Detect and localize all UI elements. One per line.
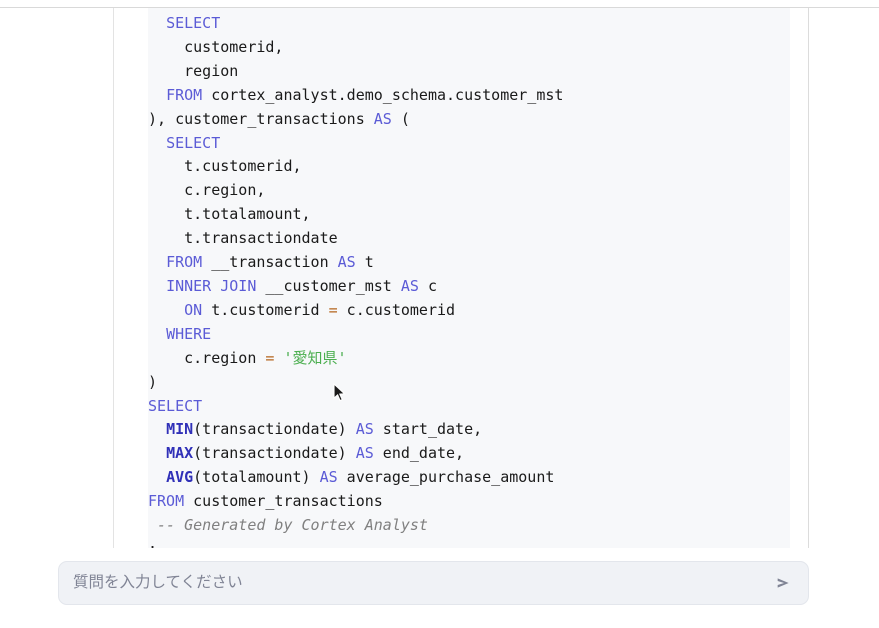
code-line: t.customerid, bbox=[184, 157, 302, 176]
code-line: FROM __transaction AS t bbox=[166, 253, 374, 272]
code-line: INNER JOIN __customer_mst AS c bbox=[166, 276, 437, 295]
code-line: customerid, bbox=[184, 37, 284, 56]
code-line: SELECT bbox=[166, 14, 221, 32]
code-scroll-area[interactable]: SELECT customerid, region FROM cortex_an… bbox=[148, 8, 790, 548]
code-line: region bbox=[184, 61, 239, 80]
code-line: SELECT bbox=[166, 133, 221, 152]
code-line: MAX(transactiondate) AS end_date, bbox=[166, 444, 465, 463]
send-button[interactable] bbox=[764, 562, 806, 604]
chat-column-left-divider bbox=[113, 8, 114, 548]
send-arrow-icon bbox=[774, 572, 796, 594]
sql-code-text: SELECT customerid, region FROM cortex_an… bbox=[148, 8, 790, 548]
sql-code-block[interactable]: SELECT customerid, region FROM cortex_an… bbox=[148, 8, 790, 548]
chat-column-right-divider bbox=[808, 8, 809, 548]
code-line: t.totalamount, bbox=[184, 205, 311, 224]
code-line: -- Generated by Cortex Analyst bbox=[148, 516, 428, 535]
code-line: SELECT bbox=[148, 396, 203, 415]
chat-input-field[interactable] bbox=[59, 562, 764, 604]
code-line: c.region, bbox=[184, 181, 266, 200]
code-line: WHERE bbox=[166, 324, 212, 343]
code-line: ) bbox=[148, 372, 158, 391]
code-line: ; bbox=[148, 540, 157, 548]
code-line: ), customer_transactions AS ( bbox=[148, 109, 410, 128]
code-line: FROM cortex_analyst.demo_schema.customer… bbox=[166, 85, 564, 104]
code-line: ON t.customerid = c.customerid bbox=[184, 300, 456, 319]
code-line: MIN(transactiondate) AS start_date, bbox=[166, 420, 483, 439]
code-line: AVG(totalamount) AS average_purchase_amo… bbox=[166, 468, 555, 487]
chat-input-bar[interactable] bbox=[58, 561, 809, 605]
code-line: c.region = '愛知県' bbox=[184, 348, 347, 367]
code-line: FROM customer_transactions bbox=[148, 492, 383, 511]
code-line: t.transactiondate bbox=[184, 229, 338, 248]
